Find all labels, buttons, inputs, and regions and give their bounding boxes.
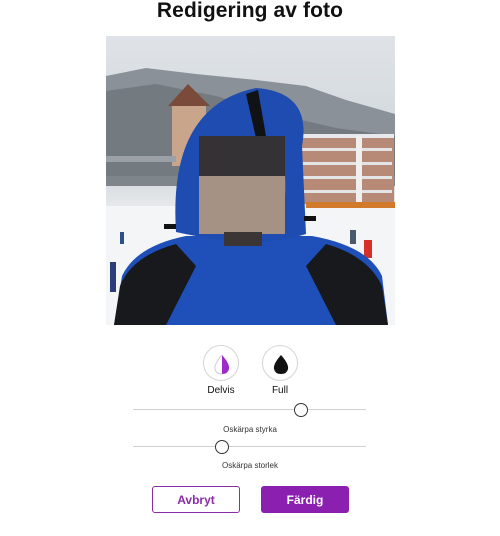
slider-track — [133, 409, 366, 410]
blur-mode-full-button[interactable] — [262, 345, 298, 381]
blur-mode-full-label: Full — [271, 385, 289, 396]
done-button[interactable]: Färdig — [261, 486, 349, 513]
drop-icon — [273, 355, 289, 374]
blur-mode-partial-button[interactable] — [203, 345, 239, 381]
slider-handle[interactable] — [293, 403, 308, 417]
blur-mode-partial-label: Delvis — [207, 385, 235, 396]
photo-image — [106, 68, 395, 325]
slider-track — [133, 446, 366, 447]
slider-handle[interactable] — [214, 440, 229, 454]
blur-size-slider[interactable] — [133, 440, 366, 454]
blur-size-label: Oskärpa storlek — [221, 461, 279, 470]
photo-preview[interactable] — [106, 36, 395, 325]
cancel-button[interactable]: Avbryt — [152, 486, 240, 513]
half-drop-icon — [214, 354, 230, 375]
blur-strength-label: Oskärpa styrka — [223, 425, 277, 434]
blur-strength-slider[interactable] — [133, 403, 366, 417]
page-title: Redigering av foto — [156, 0, 344, 22]
